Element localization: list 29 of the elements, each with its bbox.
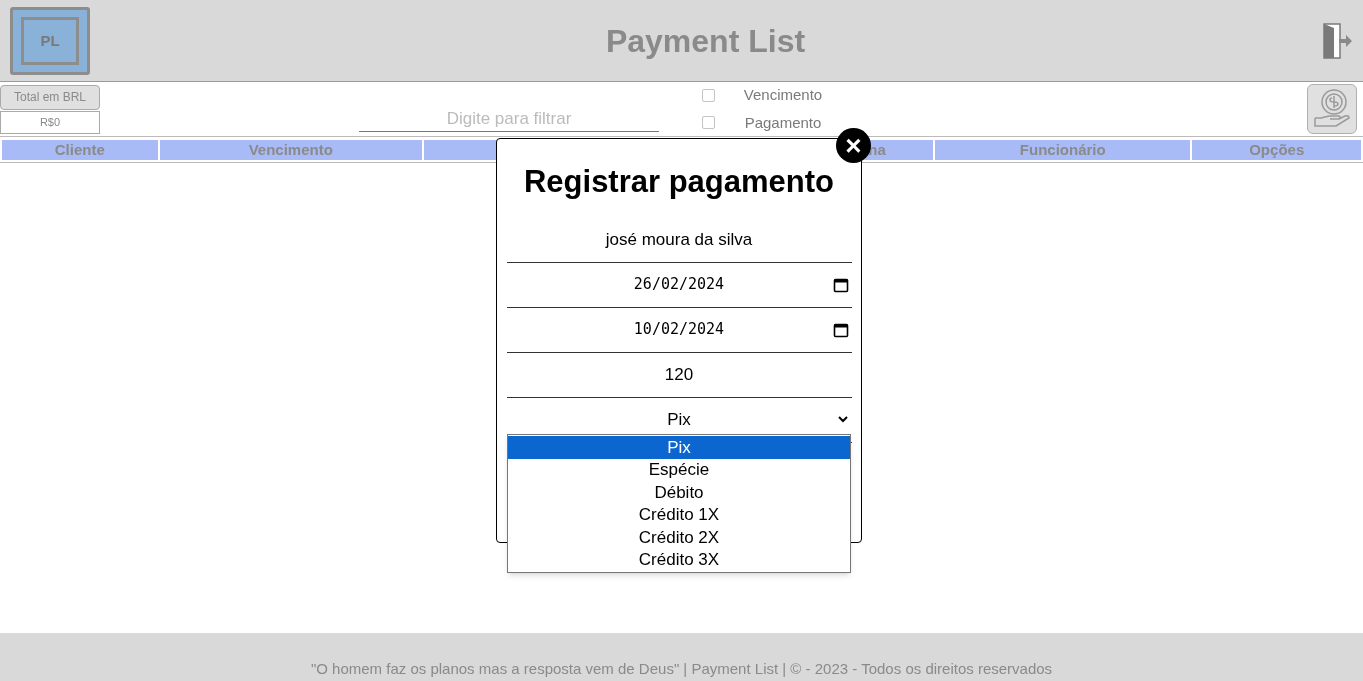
checkbox[interactable] [702, 116, 715, 130]
total-value: R$0 [0, 110, 100, 134]
coin-hand-icon [1312, 88, 1352, 130]
text-field[interactable]: 120 [506, 352, 852, 398]
checkbox[interactable] [702, 88, 715, 102]
footer-text: "O homem faz os planos mas a resposta vem de Deus" | Payment List | © - 2023 - Todos os direitos reservados [310, 658, 1053, 679]
text-field[interactable]: josé moura da silva [506, 217, 852, 263]
calendar-icon[interactable] [832, 276, 849, 293]
column-header: Vencimento [159, 140, 422, 160]
date-field[interactable]: 26/02/2024 [506, 262, 852, 308]
dropdown-option[interactable]: Pix [508, 436, 850, 459]
dropdown-option[interactable]: Crédito 2X [508, 526, 850, 549]
dropdown-option[interactable]: Crédito 3X [508, 548, 850, 571]
column-header: Cliente [2, 140, 158, 160]
modal-title: Registrar pagamento [523, 163, 835, 201]
exit-door-icon[interactable] [1321, 21, 1353, 60]
chevron-down-icon [837, 416, 848, 423]
date-field[interactable]: 10/02/2024 [506, 307, 852, 353]
column-header: Funcionário [935, 140, 1191, 160]
dropdown-option[interactable]: Espécie [508, 458, 850, 481]
column-header: Opções [1192, 140, 1361, 160]
checkbox-label: Vencimento [742, 85, 824, 105]
dropdown-option[interactable]: Crédito 1X [508, 503, 850, 526]
page-title: Payment List [605, 21, 806, 61]
dropdown-option[interactable]: Débito [508, 481, 850, 504]
calendar-icon[interactable] [832, 321, 849, 338]
checkbox-label: Pagamento [743, 112, 823, 133]
logo-text: PL [40, 33, 60, 48]
filter-field[interactable]: Digite para filtrar [359, 106, 659, 132]
